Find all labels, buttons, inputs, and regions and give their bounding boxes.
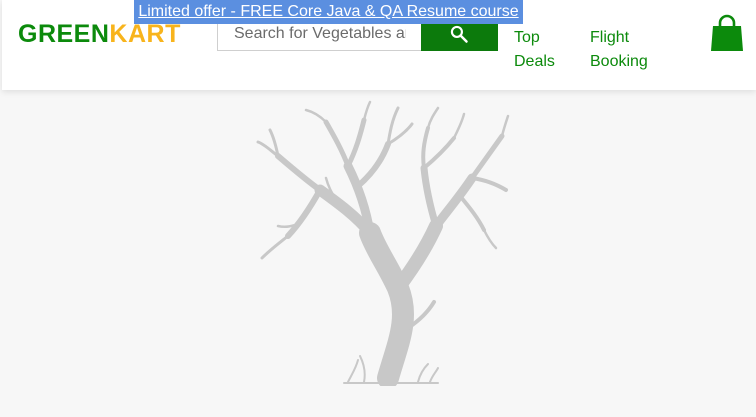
search-icon [450, 25, 468, 43]
logo-green-text: GREEN [18, 20, 110, 48]
flight-booking-line1: Flight [590, 29, 630, 46]
empty-state-tree-illustration [256, 100, 510, 386]
top-deals-line2: Deals [514, 53, 555, 70]
top-deals-link[interactable]: Top Deals [514, 26, 570, 74]
top-deals-line1: Top [514, 29, 540, 46]
shopping-bag-icon [711, 14, 743, 51]
flight-booking-line2: Booking [590, 53, 648, 70]
greenkart-logo[interactable]: GREENKART [18, 20, 181, 48]
logo-kart-text: KART [109, 20, 181, 48]
promo-banner-link[interactable]: Limited offer - FREE Core Java & QA Resu… [134, 0, 523, 24]
flight-booking-link[interactable]: Flight Booking [590, 26, 662, 74]
cart-button[interactable] [709, 14, 745, 52]
